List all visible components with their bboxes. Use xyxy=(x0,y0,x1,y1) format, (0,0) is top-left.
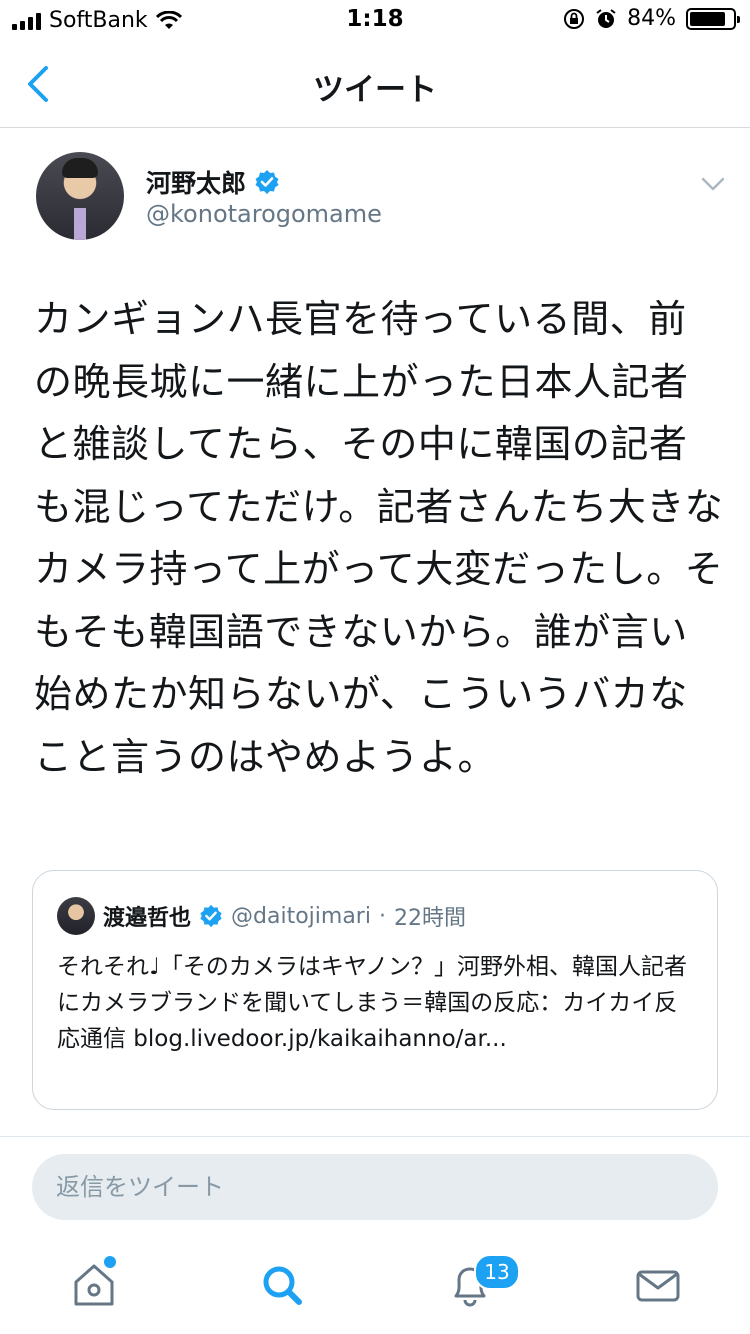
status-right: 84% xyxy=(563,6,740,31)
page-title: ツイート xyxy=(313,72,437,108)
verified-badge-icon xyxy=(200,904,222,928)
author-handle[interactable]: @konotarogomame xyxy=(146,200,382,228)
tweet-text: カンギョンハ長官を待っている間、前の晩長城に一緒に上がった日本人記者と雑談してた… xyxy=(34,297,724,779)
quoted-avatar xyxy=(57,897,95,935)
notifications-badge: 13 xyxy=(474,1254,520,1290)
tweet-header: 河野太郎 @konotarogomame xyxy=(36,152,726,252)
home-new-indicator xyxy=(104,1256,116,1268)
quoted-timestamp: 22時間 xyxy=(393,906,466,931)
status-bar: SoftBank 1:18 84% xyxy=(0,0,750,40)
nav-bar: ツイート xyxy=(0,40,750,128)
reply-input[interactable]: 返信をツイート xyxy=(32,1154,718,1220)
quoted-tweet-header: 渡邉哲也 @daitojimari · 22時間 xyxy=(57,897,466,935)
battery-fill xyxy=(690,11,726,26)
author-name-row: 河野太郎 xyxy=(146,164,280,200)
battery-icon xyxy=(686,7,740,30)
tab-home[interactable] xyxy=(64,1258,124,1314)
quoted-author-name: 渡邉哲也 xyxy=(103,906,192,931)
chevron-down-icon[interactable] xyxy=(700,174,726,194)
quoted-tweet-text: それそれ♩「そのカメラはキヤノン？」河野外相、韓国人記者にカメラブランドを聞いて… xyxy=(57,954,688,1052)
divider xyxy=(0,1136,750,1137)
tab-bar: 13 xyxy=(0,1240,750,1334)
quoted-tweet-card[interactable]: 渡邉哲也 @daitojimari · 22時間 それそれ♩「そのカメラはキヤノ… xyxy=(32,870,718,1110)
quoted-separator: · xyxy=(378,903,386,929)
avatar[interactable] xyxy=(36,152,124,240)
verified-badge-icon xyxy=(255,170,279,194)
battery-percent: 84% xyxy=(627,6,676,31)
tab-search[interactable] xyxy=(252,1258,312,1314)
messages-icon xyxy=(636,1270,680,1302)
tab-messages[interactable] xyxy=(628,1258,688,1314)
home-icon xyxy=(74,1264,114,1306)
orientation-lock-icon xyxy=(564,8,585,29)
author-name[interactable]: 河野太郎 xyxy=(146,164,246,200)
search-icon xyxy=(263,1266,302,1305)
alarm-icon xyxy=(596,8,616,28)
quoted-author-handle: @daitojimari xyxy=(231,903,371,929)
